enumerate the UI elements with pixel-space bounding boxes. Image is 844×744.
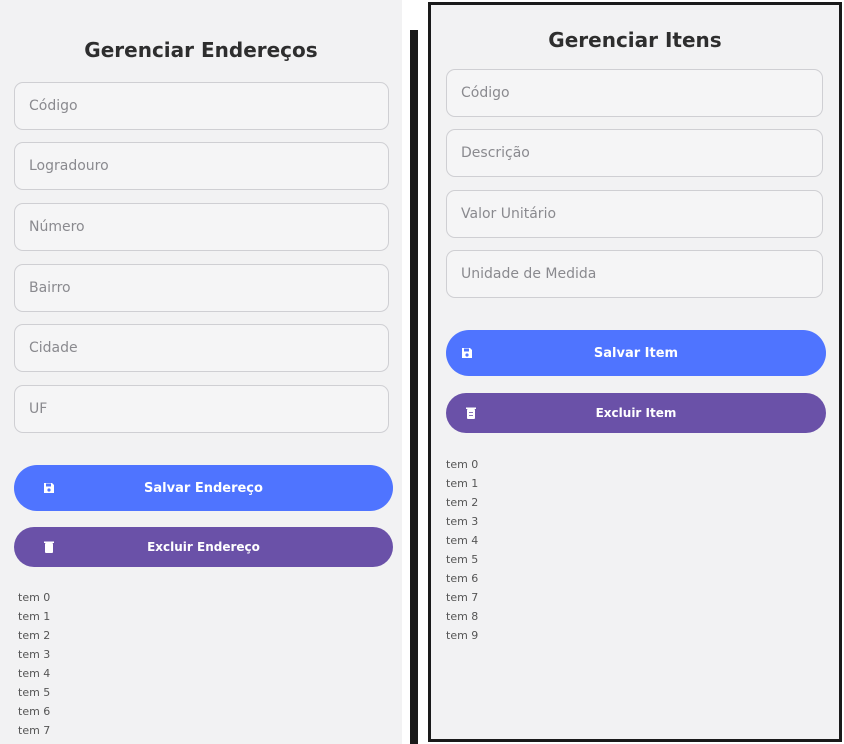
save-icon (460, 346, 474, 360)
codigo-input[interactable] (29, 98, 388, 114)
page-title: Gerenciar Itens (548, 28, 722, 52)
itens-list: tem 0 tem 1 tem 2 tem 3 tem 4 tem 5 tem … (446, 455, 478, 645)
list-item[interactable]: tem 3 (18, 645, 50, 664)
list-item[interactable]: tem 5 (446, 550, 478, 569)
valor-unitario-field[interactable] (446, 190, 823, 238)
save-item-button[interactable]: Salvar Item (446, 330, 826, 376)
codigo-field[interactable] (446, 69, 823, 117)
trash-icon (464, 406, 478, 420)
delete-endereco-button[interactable]: Excluir Endereço (14, 527, 393, 567)
delete-item-label: Excluir Item (595, 406, 677, 420)
list-item[interactable]: tem 2 (446, 493, 478, 512)
descricao-input[interactable] (461, 145, 822, 161)
device-frame-edge (402, 0, 418, 744)
enderecos-screen: Gerenciar Endereços Salvar Endereço Excl… (0, 0, 402, 744)
list-item[interactable]: tem 7 (18, 721, 50, 740)
descricao-field[interactable] (446, 129, 823, 177)
trash-icon (42, 540, 56, 554)
unidade-medida-input[interactable] (461, 266, 822, 282)
cidade-field[interactable] (14, 324, 389, 372)
list-item[interactable]: tem 8 (446, 607, 478, 626)
list-item[interactable]: tem 0 (18, 588, 50, 607)
list-item[interactable]: tem 2 (18, 626, 50, 645)
delete-endereco-label: Excluir Endereço (147, 540, 260, 554)
list-item[interactable]: tem 1 (446, 474, 478, 493)
list-item[interactable]: tem 6 (446, 569, 478, 588)
list-item[interactable]: tem 3 (446, 512, 478, 531)
uf-field[interactable] (14, 385, 389, 433)
itens-screen: Gerenciar Itens Salvar Item Excluir Item… (428, 2, 842, 742)
delete-item-button[interactable]: Excluir Item (446, 393, 826, 433)
codigo-input[interactable] (461, 85, 822, 101)
codigo-field[interactable] (14, 82, 389, 130)
bairro-input[interactable] (29, 280, 388, 296)
uf-input[interactable] (29, 401, 388, 417)
bairro-field[interactable] (14, 264, 389, 312)
page-title: Gerenciar Endereços (84, 38, 318, 62)
logradouro-field[interactable] (14, 142, 389, 190)
save-endereco-label: Salvar Endereço (144, 480, 263, 496)
numero-field[interactable] (14, 203, 389, 251)
list-item[interactable]: tem 7 (446, 588, 478, 607)
list-item[interactable]: tem 4 (18, 664, 50, 683)
save-endereco-button[interactable]: Salvar Endereço (14, 465, 393, 511)
list-item[interactable]: tem 4 (446, 531, 478, 550)
valor-unitario-input[interactable] (461, 206, 822, 222)
list-item[interactable]: tem 1 (18, 607, 50, 626)
numero-input[interactable] (29, 219, 388, 235)
enderecos-list: tem 0 tem 1 tem 2 tem 3 tem 4 tem 5 tem … (18, 588, 50, 740)
list-item[interactable]: tem 6 (18, 702, 50, 721)
list-item[interactable]: tem 9 (446, 626, 478, 645)
cidade-input[interactable] (29, 340, 388, 356)
list-item[interactable]: tem 0 (446, 455, 478, 474)
save-icon (42, 481, 56, 495)
save-item-label: Salvar Item (593, 345, 679, 361)
logradouro-input[interactable] (29, 158, 388, 174)
list-item[interactable]: tem 5 (18, 683, 50, 702)
unidade-medida-field[interactable] (446, 250, 823, 298)
